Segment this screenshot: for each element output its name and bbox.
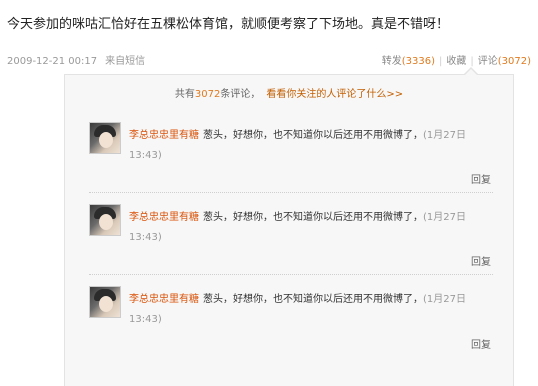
comment-summary: 共有3072条评论， 看看你关注的人评论了什么>> [65, 85, 513, 100]
comment-button[interactable]: 评论(3072) [478, 56, 531, 67]
reply-button[interactable]: 回复 [471, 171, 491, 186]
reply-button[interactable]: 回复 [471, 253, 491, 268]
comment-body: 李总忠忠里有糖 葱头，好想你，也不知道你以后还用不用微博了，(1月27日 13:4… [129, 126, 499, 166]
comment-item: 李总忠忠里有糖 葱头，好想你，也不知道你以后还用不用微博了，(1月27日 13:4… [65, 122, 513, 202]
avatar-face [99, 132, 113, 148]
favorite-button[interactable]: 收藏 [446, 56, 466, 67]
post-actions: 转发(3336) | 收藏 | 评论(3072) [382, 52, 531, 67]
avatar-face [99, 214, 113, 230]
reply-button[interactable]: 回复 [471, 336, 491, 351]
avatar[interactable] [89, 286, 121, 318]
comment-body: 李总忠忠里有糖 葱头，好想你，也不知道你以后还用不用微博了，(1月27日 13:4… [129, 208, 499, 248]
summary-prefix: 共有 [174, 89, 195, 100]
comment-count: (3072) [497, 56, 531, 67]
repost-button[interactable]: 转发(3336) [382, 56, 435, 67]
repost-count: (3336) [401, 56, 435, 67]
comment-username[interactable]: 李总忠忠里有糖 [129, 212, 199, 223]
post-meta: 2009-12-21 00:17 来自短信 转发(3336) | 收藏 | 评论(3072… [7, 52, 531, 68]
panel-pointer-inner [465, 69, 477, 75]
post-time: 2009-12-21 00:17 [7, 56, 98, 67]
comment-username[interactable]: 李总忠忠里有糖 [129, 294, 199, 305]
summary-suffix: 条评论， [220, 89, 261, 100]
comment-body: 李总忠忠里有糖 葱头，好想你，也不知道你以后还用不用微博了，(1月27日 13:4… [129, 290, 499, 330]
friends-comments-link[interactable]: 看看你关注的人评论了什么>> [266, 89, 403, 100]
action-separator: | [470, 56, 474, 67]
summary-count: 3072 [194, 89, 221, 100]
comment-username[interactable]: 李总忠忠里有糖 [129, 130, 199, 141]
comment-item: 李总忠忠里有糖 葱头，好想你，也不知道你以后还用不用微博了，(1月27日 13:4… [65, 204, 513, 284]
repost-label: 转发 [381, 56, 402, 67]
comment-divider [89, 192, 493, 193]
comment-text: 葱头，好想你，也不知道你以后还用不用微博了， [203, 294, 423, 305]
comment-panel: 共有3072条评论， 看看你关注的人评论了什么>> 李总忠忠里有糖 葱头，好想你，也… [64, 74, 514, 386]
comment-divider [89, 274, 493, 275]
avatar[interactable] [89, 122, 121, 154]
comment-text: 葱头，好想你，也不知道你以后还用不用微博了， [203, 212, 423, 223]
comment-item: 李总忠忠里有糖 葱头，好想你，也不知道你以后还用不用微博了，(1月27日 13:4… [65, 286, 513, 366]
post-source[interactable]: 来自短信 [105, 56, 145, 67]
post-text: 今天参加的咪咕汇恰好在五棵松体育馆，就顺便考察了下场地。真是不错呀！ [7, 17, 450, 32]
comment-text: 葱头，好想你，也不知道你以后还用不用微博了， [203, 130, 423, 141]
post-meta-left: 2009-12-21 00:17 来自短信 [7, 52, 145, 67]
action-separator: | [438, 56, 443, 67]
avatar[interactable] [89, 204, 121, 236]
comment-label: 评论 [477, 56, 498, 67]
avatar-face [99, 296, 113, 312]
